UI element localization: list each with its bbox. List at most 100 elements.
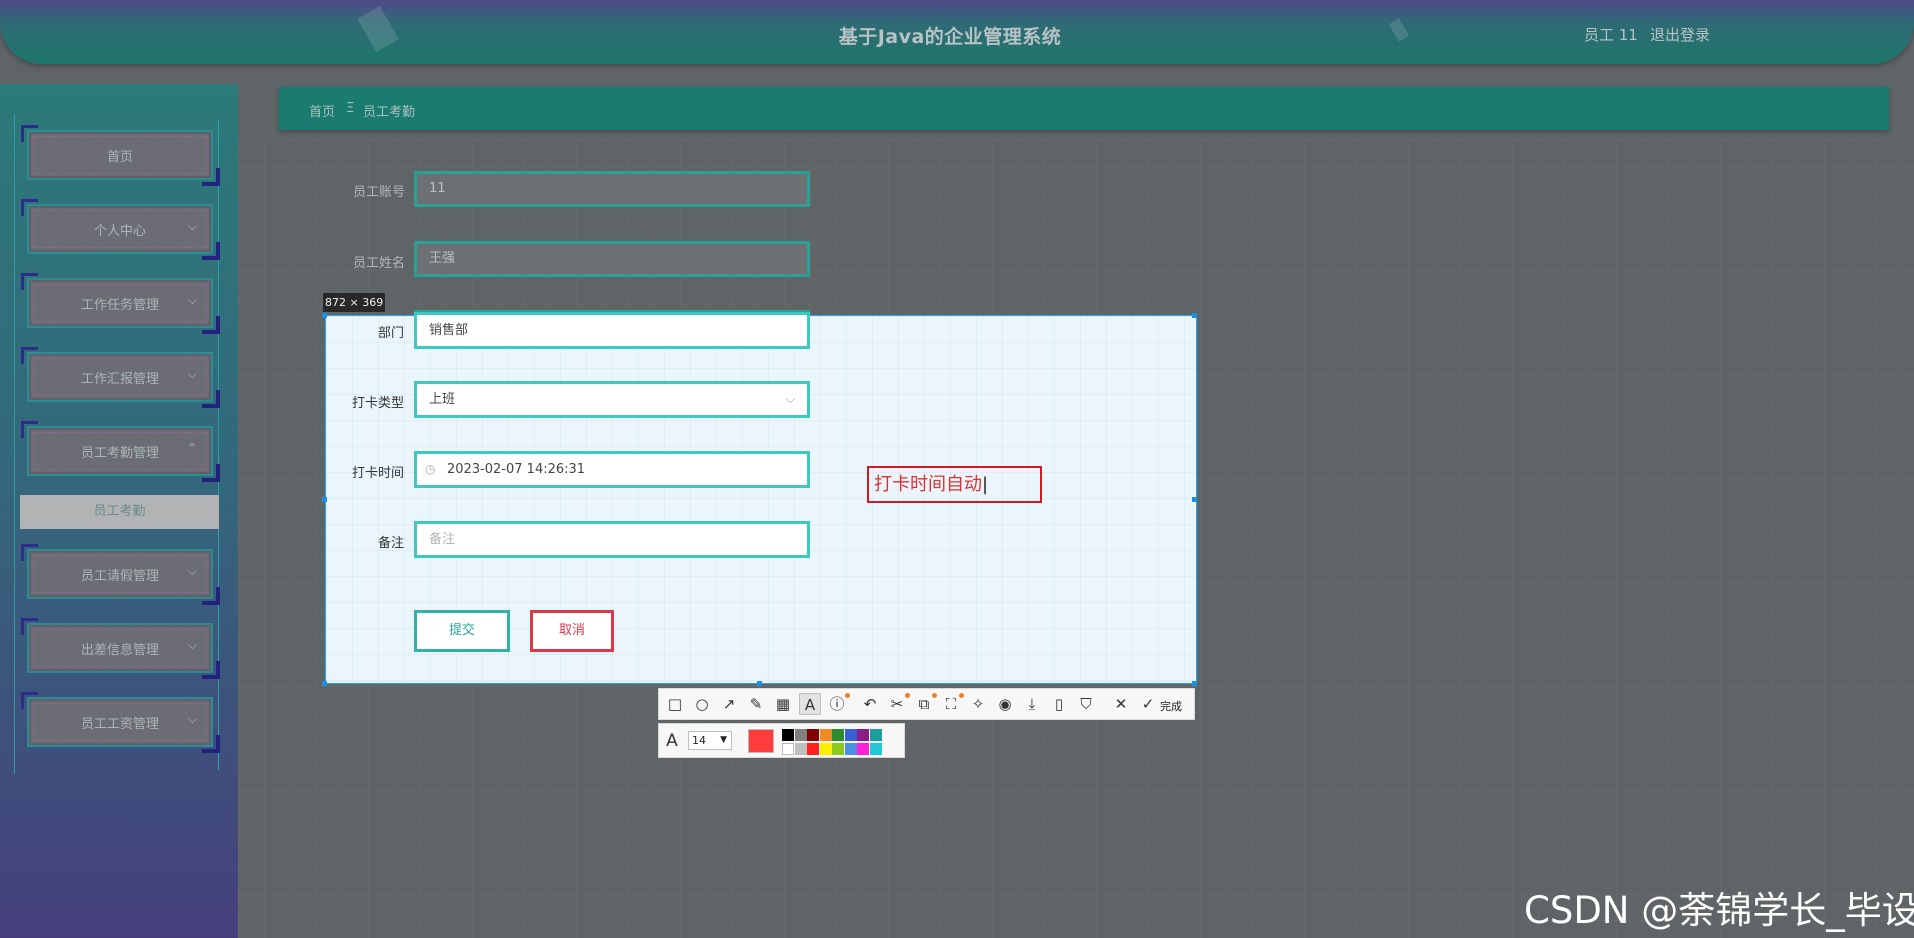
- note-label: 备注: [377, 536, 404, 551]
- download-icon[interactable]: ⤓: [1021, 693, 1043, 715]
- breadcrumb: 首页 Ξ 员工考勤: [279, 87, 1889, 130]
- check-icon[interactable]: ✓: [1137, 693, 1159, 715]
- chevron-up-icon: ⌃: [186, 441, 197, 455]
- sidebar-item-label: 工作汇报管理: [80, 372, 159, 387]
- color-swatch[interactable]: [807, 743, 819, 755]
- sidebar-item-home[interactable]: 首页: [21, 125, 220, 186]
- arrow-tool-icon[interactable]: ↗: [718, 693, 740, 715]
- punch-type-select[interactable]: 上班 ⌵: [414, 381, 810, 418]
- caret-down-icon: ▼: [720, 735, 727, 745]
- sidebar-item-leave-management[interactable]: 员工请假管理 ⌵: [21, 544, 220, 605]
- color-swatch[interactable]: [844, 729, 857, 741]
- text-annotation: 打卡时间自动: [874, 474, 982, 495]
- color-swatch[interactable]: [819, 729, 832, 741]
- breadcrumb-current: 员工考勤: [363, 105, 416, 120]
- resize-handle[interactable]: [322, 313, 327, 318]
- color-swatch[interactable]: [857, 743, 869, 755]
- current-color-swatch[interactable]: [748, 729, 774, 753]
- dept-label: 部门: [377, 326, 404, 341]
- sidebar-item-attendance-management[interactable]: 员工考勤管理 ⌃: [21, 421, 220, 482]
- account-label: 员工账号: [352, 185, 405, 200]
- punch-time-value: 2023-02-07 14:26:31: [447, 462, 586, 477]
- ellipse-tool-icon[interactable]: ○: [691, 693, 713, 715]
- resize-handle[interactable]: [757, 681, 762, 686]
- mosaic-tool-icon[interactable]: ▦: [772, 693, 794, 715]
- new-badge-icon: [932, 693, 937, 698]
- sidebar-item-label: 出差信息管理: [80, 643, 159, 658]
- text-cursor-icon: |: [982, 474, 989, 495]
- dept-field[interactable]: 销售部: [414, 312, 810, 349]
- sidebar-item-label: 员工工资管理: [80, 717, 159, 732]
- sidebar-item-label: 首页: [106, 150, 133, 165]
- note-field[interactable]: 备注: [414, 521, 810, 558]
- color-swatch[interactable]: [794, 743, 807, 755]
- pin-icon[interactable]: ✧: [967, 693, 989, 715]
- resize-handle[interactable]: [1192, 681, 1197, 686]
- color-swatch[interactable]: [807, 729, 819, 741]
- sidebar-item-label: 个人中心: [93, 224, 146, 239]
- font-size-select[interactable]: 14 ▼: [688, 731, 732, 750]
- undo-icon[interactable]: ↶: [859, 693, 881, 715]
- record-icon[interactable]: ◉: [994, 693, 1016, 715]
- bookmark-icon[interactable]: ⛉: [1075, 693, 1097, 715]
- current-user: 员工 11: [1584, 26, 1638, 44]
- color-swatch[interactable]: [782, 729, 794, 741]
- color-swatch[interactable]: [844, 743, 857, 755]
- top-header: 基于Java的企业管理系统 员工 11 退出登录: [0, 0, 1914, 64]
- punch-type-label: 打卡类型: [351, 396, 404, 411]
- resize-handle[interactable]: [322, 497, 327, 502]
- name-field[interactable]: 王强: [414, 241, 810, 277]
- sidebar-item-personal-center[interactable]: 个人中心 ⌵: [21, 199, 220, 260]
- color-swatch[interactable]: [857, 729, 869, 741]
- font-size-value: 14: [692, 734, 706, 747]
- punch-time-field[interactable]: ◷ 2023-02-07 14:26:31: [414, 451, 810, 488]
- chevron-down-icon: ⌵: [187, 219, 197, 233]
- resize-handle[interactable]: [1192, 497, 1197, 502]
- new-badge-icon: [959, 693, 964, 698]
- close-icon[interactable]: ✕: [1110, 693, 1132, 715]
- punch-time-label: 打卡时间: [351, 466, 404, 481]
- color-swatch[interactable]: [869, 729, 882, 741]
- sidebar-subitem-attendance[interactable]: 员工考勤: [20, 495, 219, 529]
- rectangle-tool-icon[interactable]: □: [664, 693, 686, 715]
- color-swatch[interactable]: [869, 743, 882, 755]
- account-field[interactable]: 11: [414, 171, 810, 207]
- sidebar-item-report-management[interactable]: 工作汇报管理 ⌵: [21, 347, 220, 408]
- breadcrumb-separator-icon: Ξ: [346, 101, 355, 116]
- cancel-button[interactable]: 取消: [530, 610, 614, 652]
- sidebar-item-business-trip-management[interactable]: 出差信息管理 ⌵: [21, 618, 220, 679]
- chevron-down-icon: ⌵: [785, 392, 795, 406]
- breadcrumb-home[interactable]: 首页: [309, 101, 335, 120]
- text-tool-icon[interactable]: A: [799, 693, 821, 715]
- pencil-tool-icon[interactable]: ✎: [745, 693, 767, 715]
- color-swatch[interactable]: [794, 729, 807, 741]
- new-badge-icon: [845, 693, 850, 698]
- chevron-down-icon: ⌵: [187, 367, 197, 381]
- chevron-down-icon: ⌵: [187, 638, 197, 652]
- color-swatch[interactable]: [832, 743, 844, 755]
- capture-size-label: 872 × 369: [323, 293, 386, 312]
- sidebar-item-task-management[interactable]: 工作任务管理 ⌵: [21, 273, 220, 334]
- sidebar-item-label: 员工请假管理: [80, 569, 159, 584]
- resize-handle[interactable]: [1192, 313, 1197, 318]
- name-label: 员工姓名: [352, 256, 405, 271]
- logout-link[interactable]: 退出登录: [1650, 24, 1710, 45]
- text-style-toolbar: A 14 ▼: [658, 723, 905, 758]
- color-swatch[interactable]: [782, 743, 794, 755]
- chevron-down-icon: ⌵: [187, 564, 197, 578]
- font-icon: A: [666, 731, 678, 751]
- submit-button[interactable]: 提交: [414, 610, 510, 652]
- text-annotation-box[interactable]: 打卡时间自动|: [867, 466, 1042, 503]
- resize-handle[interactable]: [322, 681, 327, 686]
- new-badge-icon: [905, 693, 910, 698]
- phone-icon[interactable]: ▯: [1048, 693, 1070, 715]
- done-button[interactable]: 完成: [1160, 698, 1182, 714]
- csdn-watermark: CSDN @荼锦学长_毕设: [1524, 889, 1914, 932]
- color-swatch[interactable]: [819, 743, 832, 755]
- sidebar-item-salary-management[interactable]: 员工工资管理 ⌵: [21, 692, 220, 753]
- color-swatch[interactable]: [832, 729, 844, 741]
- sidebar-item-label: 工作任务管理: [80, 298, 159, 313]
- sidebar-item-label: 员工考勤管理: [80, 446, 159, 461]
- chevron-down-icon: ⌵: [187, 712, 197, 726]
- clock-icon: ◷: [425, 462, 436, 476]
